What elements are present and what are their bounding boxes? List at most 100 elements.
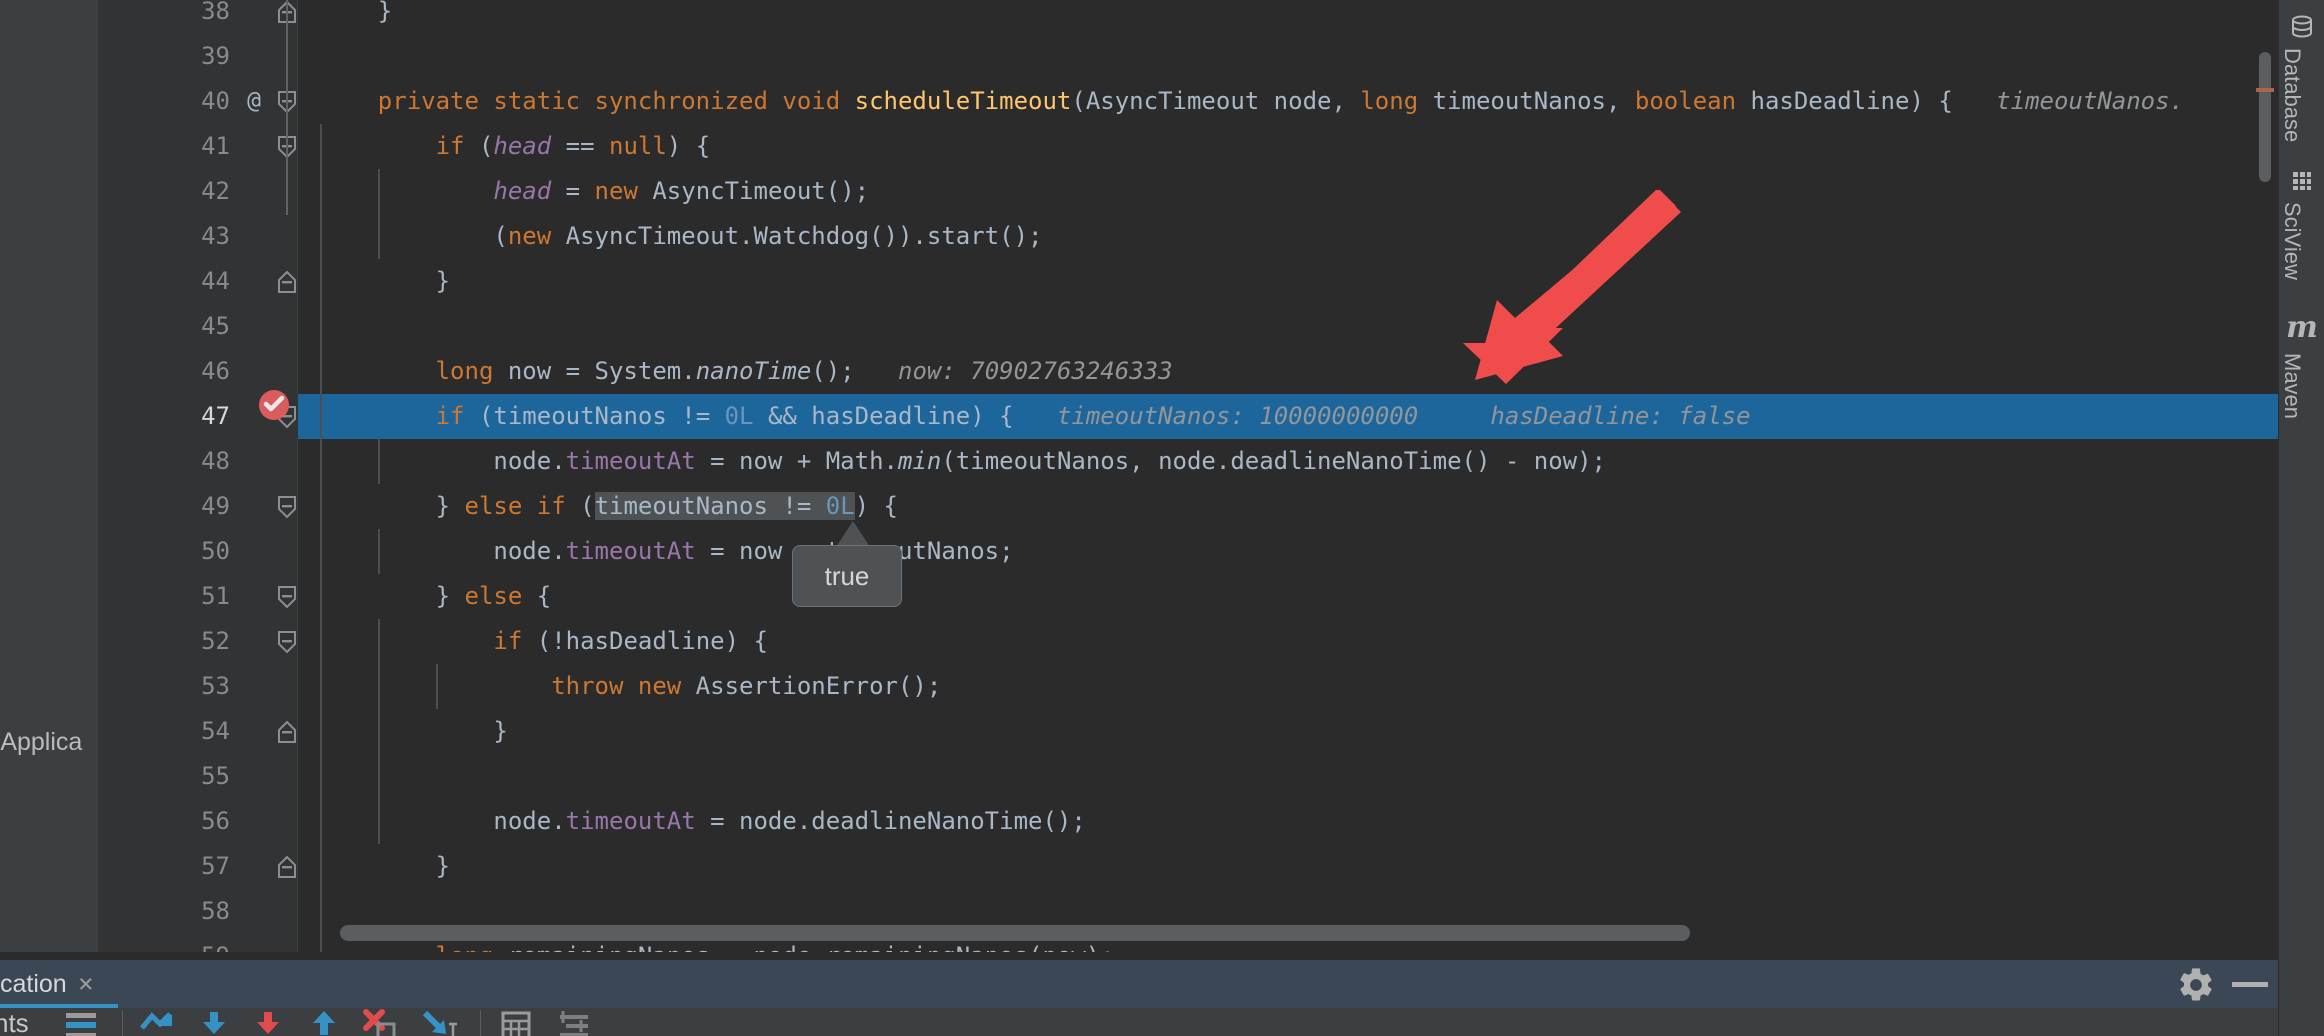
code-token: = now + Math.: [695, 447, 898, 475]
ide-window: rApplica 38 } 39 40 @ private static synchr…: [0, 0, 2324, 1036]
evaluate-expression-icon[interactable]: [498, 1008, 534, 1036]
breakpoint-icon[interactable]: [258, 389, 290, 421]
value-tooltip: true: [792, 545, 902, 607]
code-line[interactable]: 45: [98, 304, 2278, 349]
code-line[interactable]: 43 (new AsyncTimeout.Watchdog()).start()…: [98, 214, 2278, 259]
code-line[interactable]: 42 head = new AsyncTimeout();: [98, 169, 2278, 214]
code-token: long: [435, 357, 494, 385]
mute-breakpoints-icon[interactable]: [62, 1008, 100, 1036]
close-icon[interactable]: ×: [78, 960, 94, 1008]
line-number: 49: [201, 492, 230, 520]
code-text: long now = System.nanoTime(); now: 70902…: [320, 349, 1173, 394]
code-line[interactable]: 57 }: [98, 844, 2278, 889]
line-number: 47: [201, 402, 230, 430]
code-folding-icon[interactable]: [276, 709, 298, 754]
code-line[interactable]: 40 @ private static synchronized void sch…: [98, 79, 2278, 124]
code-token: timeoutNanos !=: [594, 492, 826, 520]
code-token: (: [565, 492, 595, 520]
right-tab-sciview[interactable]: SciView: [2279, 168, 2324, 280]
line-number: 44: [201, 267, 230, 295]
database-icon: [2292, 15, 2312, 38]
step-into-icon[interactable]: [250, 1008, 286, 1036]
code-token: AsyncTimeout();: [637, 177, 870, 205]
annotation-gutter-icon[interactable]: @: [240, 79, 268, 124]
code-token: timeoutAt: [565, 537, 696, 565]
right-tab-sciview-label: SciView: [2280, 202, 2305, 280]
code-token: node.: [320, 537, 566, 565]
editor-vertical-scrollbar[interactable]: [2259, 52, 2271, 182]
code-token: }: [320, 492, 465, 520]
settings-list-icon[interactable]: [556, 1008, 596, 1036]
fold-region-line: [286, 0, 288, 215]
line-number: 51: [201, 582, 230, 610]
code-line[interactable]: 55: [98, 754, 2278, 799]
code-line[interactable]: 44 }: [98, 259, 2278, 304]
force-step-into-icon[interactable]: [360, 1008, 400, 1036]
show-execution-point-icon[interactable]: [138, 1008, 178, 1036]
code-line[interactable]: 56 node.timeoutAt = node.deadlineNanoTim…: [98, 799, 2278, 844]
code-token: if: [435, 402, 465, 430]
code-folding-icon[interactable]: [276, 844, 298, 889]
code-token: now = System.: [493, 357, 696, 385]
code-token: ) {: [666, 132, 711, 160]
code-line[interactable]: 38 }: [98, 0, 2278, 34]
code-token: 0L: [825, 492, 855, 520]
code-folding-icon[interactable]: [276, 619, 298, 664]
code-line[interactable]: 51 } else {: [98, 574, 2278, 619]
code-text: }: [320, 844, 450, 889]
code-line[interactable]: 46 long now = System.nanoTime(); now: 70…: [98, 349, 2278, 394]
code-line[interactable]: 52 if (!hasDeadline) {: [98, 619, 2278, 664]
line-number: 42: [201, 177, 230, 205]
debug-tab-label[interactable]: cation: [0, 960, 81, 1008]
code-token: ();: [811, 357, 855, 385]
tooltip-arrow: [836, 521, 870, 547]
code-line[interactable]: 47 if (timeoutNanos != 0L && hasDeadline…: [98, 394, 2278, 439]
inline-debug-value[interactable]: now: 70902763246333: [898, 357, 1173, 385]
code-text: } else if (timeoutNanos != 0L) {: [320, 484, 898, 529]
code-token: min: [897, 447, 942, 475]
code-line[interactable]: 50 node.timeoutAt = now + timeoutNanos;: [98, 529, 2278, 574]
line-number: 46: [201, 357, 230, 385]
line-number: 48: [201, 447, 230, 475]
editor-error-stripe-mark[interactable]: [2256, 88, 2274, 92]
inline-debug-value[interactable]: timeoutNanos.: [1996, 87, 2184, 115]
code-line[interactable]: 41 if (head == null) {: [98, 124, 2278, 169]
code-token: scheduleTimeout: [854, 87, 1072, 115]
panel-top-strip: [0, 952, 2278, 960]
code-folding-icon[interactable]: [276, 574, 298, 619]
step-out-icon[interactable]: [306, 1008, 342, 1036]
debugger-truncated-label: nts: [0, 1008, 29, 1036]
code-token: head: [493, 132, 552, 160]
code-editor[interactable]: 38 } 39 40 @ private static synchronized vo…: [98, 0, 2278, 960]
right-tab-maven[interactable]: m Maven: [2279, 310, 2324, 419]
code-token: (: [464, 132, 494, 160]
code-folding-icon[interactable]: [276, 484, 298, 529]
code-line[interactable]: 39: [98, 34, 2278, 79]
editor-horizontal-scrollbar[interactable]: [340, 925, 1690, 941]
line-number: 54: [201, 717, 230, 745]
code-text: node.timeoutAt = now + timeoutNanos;: [320, 529, 1013, 574]
code-folding-icon[interactable]: [276, 259, 298, 304]
run-to-cursor-icon[interactable]: [420, 1008, 462, 1036]
line-number: 38: [201, 0, 230, 25]
minimize-icon[interactable]: [2232, 982, 2268, 987]
code-line[interactable]: 49 } else if (timeoutNanos != 0L) {: [98, 484, 2278, 529]
step-over-icon[interactable]: [196, 1008, 232, 1036]
code-token: (timeoutNanos !=: [464, 402, 725, 430]
code-token: throw new: [551, 672, 682, 700]
code-line[interactable]: 54 }: [98, 709, 2278, 754]
code-line[interactable]: 53 throw new AssertionError();: [98, 664, 2278, 709]
settings-button[interactable]: [2176, 965, 2216, 1005]
code-line[interactable]: 48 node.timeoutAt = now + Math.min(timeo…: [98, 439, 2278, 484]
code-text: private static synchronized void schedul…: [320, 79, 2184, 124]
code-text: node.timeoutAt = now + Math.min(timeoutN…: [320, 439, 1606, 484]
line-number: 41: [201, 132, 230, 160]
right-tab-database[interactable]: Database: [2279, 14, 2324, 142]
toolbar-separator-2: [480, 1010, 481, 1036]
code-token: new: [594, 177, 638, 205]
